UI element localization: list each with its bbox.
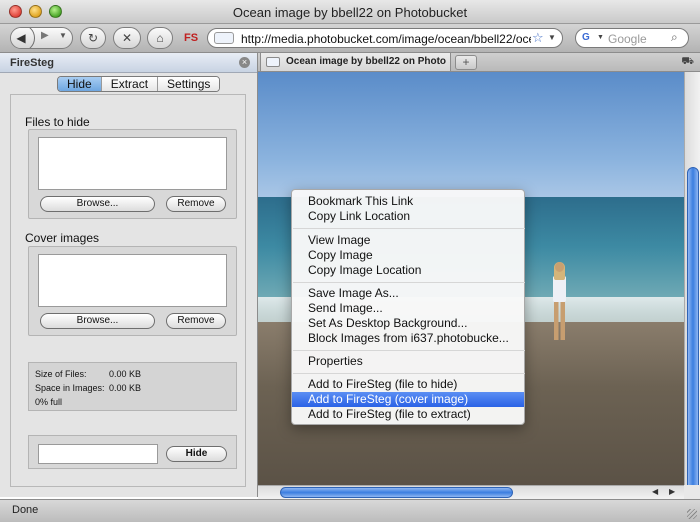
hide-button[interactable]: Hide bbox=[166, 446, 227, 462]
remove-cover-images-button[interactable]: Remove bbox=[166, 313, 226, 329]
menu-separator bbox=[293, 282, 525, 283]
menu-item-copy-image-location[interactable]: Copy Image Location bbox=[292, 263, 524, 278]
menu-item-bookmark-link[interactable]: Bookmark This Link bbox=[292, 194, 524, 209]
reload-icon: ↻ bbox=[87, 31, 99, 45]
scrollbar-corner bbox=[684, 485, 700, 499]
status-bar: Done bbox=[0, 499, 700, 522]
menu-item-copy-link-location[interactable]: Copy Link Location bbox=[292, 209, 524, 224]
search-bar[interactable]: G ▼ Google ⌕ bbox=[575, 28, 689, 48]
browse-cover-images-button[interactable]: Browse... bbox=[40, 313, 155, 329]
tab-ocean-image[interactable]: Ocean image by bbell22 on Photo... bbox=[260, 53, 451, 72]
sidebar-close-icon[interactable]: × bbox=[239, 57, 250, 68]
bookmark-star-icon[interactable]: ☆ bbox=[532, 30, 544, 46]
menu-item-properties[interactable]: Properties bbox=[292, 354, 524, 369]
horizontal-scrollbar[interactable]: ◀ ▶ bbox=[258, 485, 684, 499]
tab-title: Ocean image by bbell22 on Photo... bbox=[286, 56, 446, 67]
scroll-left-arrow-icon[interactable]: ◀ bbox=[652, 487, 658, 496]
url-input[interactable]: http://media.photobucket.com/image/ocean… bbox=[241, 32, 531, 46]
menu-item-set-desktop-background[interactable]: Set As Desktop Background... bbox=[292, 316, 524, 331]
space-in-images-label: Space in Images: bbox=[35, 383, 105, 393]
stop-icon: ✕ bbox=[121, 31, 133, 45]
space-in-images-value: 0.00 KB bbox=[109, 383, 142, 393]
menu-item-save-image-as[interactable]: Save Image As... bbox=[292, 286, 524, 301]
cover-images-label: Cover images bbox=[25, 231, 100, 245]
sidebar-tabs: Hide Extract Settings bbox=[57, 76, 221, 92]
menu-item-add-file-to-extract[interactable]: Add to FireSteg (file to extract) bbox=[292, 407, 524, 422]
files-to-hide-label: Files to hide bbox=[25, 115, 90, 129]
tab-extract[interactable]: Extract bbox=[101, 77, 159, 91]
title-bar: Ocean image by bbell22 on Photobucket bbox=[0, 0, 700, 24]
back-button[interactable]: ◀ bbox=[11, 28, 35, 48]
site-identity-icon[interactable] bbox=[214, 32, 234, 44]
search-engine-dropdown-icon[interactable]: ▼ bbox=[597, 34, 604, 41]
history-dropdown-icon[interactable]: ▼ bbox=[59, 31, 67, 40]
menu-separator bbox=[293, 373, 525, 374]
password-input[interactable] bbox=[38, 444, 158, 464]
tab-settings[interactable]: Settings bbox=[158, 77, 220, 91]
window-title: Ocean image by bbell22 on Photobucket bbox=[232, 5, 468, 20]
menu-item-add-file-to-hide[interactable]: Add to FireSteg (file to hide) bbox=[292, 377, 524, 392]
sidebar-header: FireSteg × bbox=[0, 53, 257, 73]
sidebar-title: FireSteg bbox=[10, 57, 55, 69]
horizontal-scroll-thumb[interactable] bbox=[280, 487, 513, 498]
search-icon[interactable]: ⌕ bbox=[671, 30, 678, 45]
menu-item-add-cover-image[interactable]: Add to FireSteg (cover image) bbox=[292, 392, 524, 407]
page-favicon-icon bbox=[266, 57, 280, 67]
menu-item-view-image[interactable]: View Image bbox=[292, 233, 524, 248]
menu-item-block-images[interactable]: Block Images from i637.photobucke... bbox=[292, 331, 524, 346]
cover-images-list[interactable] bbox=[38, 254, 227, 307]
cover-images-group: Browse... Remove bbox=[28, 246, 237, 336]
google-engine-icon[interactable]: G bbox=[582, 32, 596, 44]
image-girl-figure bbox=[550, 262, 570, 347]
tab-strip: Ocean image by bbell22 on Photo... + ⛟ bbox=[258, 53, 700, 72]
menu-separator bbox=[293, 350, 525, 351]
capacity-summary: Size of Files: 0.00 KB Space in Images: … bbox=[28, 362, 237, 411]
menu-item-send-image[interactable]: Send Image... bbox=[292, 301, 524, 316]
size-of-files-value: 0.00 KB bbox=[109, 369, 142, 379]
context-menu: Bookmark This Link Copy Link Location Vi… bbox=[291, 189, 525, 425]
files-to-hide-list[interactable] bbox=[38, 137, 227, 190]
menu-item-copy-image[interactable]: Copy Image bbox=[292, 248, 524, 263]
resize-grip-icon[interactable] bbox=[687, 509, 697, 519]
url-dropdown-icon[interactable]: ▼ bbox=[548, 33, 556, 42]
back-forward-group: ◀ ▶ ▼ bbox=[10, 27, 73, 49]
firesteg-toolbar-button[interactable]: FS bbox=[184, 32, 198, 44]
firesteg-sidebar: FireSteg × Hide Extract Settings Files t… bbox=[0, 53, 258, 497]
search-input[interactable]: Google bbox=[608, 32, 647, 46]
remove-files-button[interactable]: Remove bbox=[166, 196, 226, 212]
files-to-hide-group: Browse... Remove bbox=[28, 129, 237, 219]
home-icon: ⌂ bbox=[156, 31, 164, 45]
status-text: Done bbox=[12, 504, 39, 516]
vertical-scroll-thumb[interactable] bbox=[687, 167, 699, 522]
hide-action-group: Hide bbox=[28, 435, 237, 469]
home-button[interactable]: ⌂ bbox=[147, 27, 173, 49]
vertical-scrollbar[interactable] bbox=[684, 72, 700, 522]
navigation-toolbar: ◀ ▶ ▼ ↻ ✕ ⌂ FS http://media.photobucket.… bbox=[0, 24, 700, 53]
back-icon: ◀ bbox=[16, 31, 26, 45]
tab-hide[interactable]: Hide bbox=[58, 77, 102, 91]
new-tab-button[interactable]: + bbox=[455, 55, 477, 70]
tabs-menu-icon[interactable]: ⛟ bbox=[681, 56, 694, 69]
forward-button[interactable]: ▶ bbox=[41, 30, 49, 41]
stop-button[interactable]: ✕ bbox=[113, 27, 141, 49]
capacity-full-label: 0% full bbox=[35, 397, 63, 407]
scroll-right-arrow-icon[interactable]: ▶ bbox=[669, 487, 675, 496]
size-of-files-label: Size of Files: bbox=[35, 369, 87, 379]
reload-button[interactable]: ↻ bbox=[80, 27, 106, 49]
browse-files-button[interactable]: Browse... bbox=[40, 196, 155, 212]
menu-separator bbox=[293, 228, 525, 229]
url-bar[interactable]: http://media.photobucket.com/image/ocean… bbox=[207, 28, 563, 48]
image-sky bbox=[258, 72, 684, 197]
